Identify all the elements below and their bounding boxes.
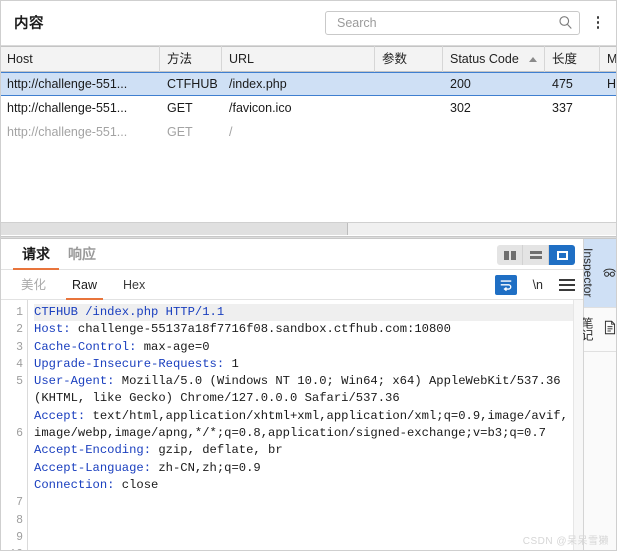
message-editor-area: 请求 响应 美化 Raw Hex \n 1 2 3 4 5 6 7 8 9 CT… [0,239,617,551]
column-header-url[interactable]: URL [222,46,375,72]
header-line: Connection: close [34,477,159,492]
rail-item-inspector[interactable]: Inspector [581,239,617,309]
kebab-menu-icon[interactable] [587,10,609,36]
cell-url: / [229,125,233,139]
line-number-gutter: 1 2 3 4 5 6 7 8 9 10 11 [0,300,28,551]
line-number: 10 [0,546,23,551]
table-body: http://challenge-551... CTFHUB /index.ph… [0,72,617,144]
editor-actions: \n [494,274,575,295]
column-header-length[interactable]: 长度 [545,46,600,72]
table-row[interactable]: http://challenge-551... GET /favicon.ico… [0,96,617,120]
editor-vertical-scrollbar[interactable] [573,300,583,551]
line-number: 6 [16,427,23,441]
column-header-status-code[interactable]: Status Code [443,46,545,72]
raw-request-editor[interactable]: 1 2 3 4 5 6 7 8 9 10 11 [0,300,583,551]
rail-empty-area [584,352,617,551]
newline-toggle-icon[interactable]: \n [533,278,543,292]
line-number: 8 [16,513,23,527]
split-vertical-view-button[interactable] [497,245,523,265]
page-title: 内容 [14,16,44,32]
request-line: CTFHUB /index.php HTTP/1.1 [34,304,573,322]
tab-response[interactable]: 响应 [59,244,105,269]
cell-status-code: 302 [450,101,471,115]
cell-method: GET [167,125,193,139]
header-line: Accept-Language: zh-CN,zh;q=0.9 [34,460,261,475]
content-panel-header: 内容 [0,0,617,46]
rail-item-label: Inspector [581,248,595,298]
header-line: Cache-Control: max-age=0 [34,339,210,354]
cell-host: http://challenge-551... [7,101,128,115]
header-line: Accept-Encoding: gzip, deflate, br [34,443,283,458]
header-actions [325,10,609,36]
request-response-tabs: 请求 响应 [0,239,583,270]
tab-pretty[interactable]: 美化 [13,270,54,300]
search-box[interactable] [325,10,580,35]
header-line: User-Agent: Mozilla/5.0 (Windows NT 10.0… [34,374,568,406]
search-input[interactable] [335,12,558,33]
request-text[interactable]: CTFHUB /index.php HTTP/1.1 Host: challen… [28,300,573,551]
line-number [0,460,23,477]
sort-ascending-icon [529,56,537,62]
inspector-icon [602,264,617,282]
cell-mime: H [607,77,617,91]
tab-raw[interactable]: Raw [64,270,105,300]
cell-length: 475 [552,77,573,91]
cell-length: 337 [552,101,573,115]
table-row[interactable]: http://challenge-551... CTFHUB /index.ph… [0,72,617,96]
column-header-mime[interactable]: M [600,46,617,72]
line-number [0,390,23,407]
line-number: 5 [16,375,23,389]
line-number: 9 [16,530,23,544]
column-header-host[interactable]: Host [0,46,160,72]
line-number: 2 [16,323,23,337]
tab-request[interactable]: 请求 [13,244,59,270]
rail-item-notes[interactable]: 笔记 [580,308,617,353]
line-number [0,408,23,425]
header-line: Host: challenge-55137a18f7716f08.sandbox… [34,322,451,337]
table-row[interactable]: http://challenge-551... GET / [0,120,617,144]
message-format-tabs: 美化 Raw Hex \n [0,270,583,300]
cell-host: http://challenge-551... [7,77,128,91]
more-options-menu-icon[interactable] [559,278,575,291]
http-history-table: Host 方法 URL 参数 Status Code 长度 M http://c… [0,46,617,236]
cell-url: /index.php [229,77,287,91]
burp-suite-window: 内容 Host 方法 URL 参数 Status Code [0,0,617,551]
split-horizontal-view-button[interactable] [523,245,549,265]
word-wrap-icon[interactable] [494,274,517,295]
line-number: 7 [16,496,23,510]
search-icon[interactable] [558,15,573,30]
table-horizontal-scrollbar[interactable] [0,222,617,235]
line-number: 4 [16,357,23,371]
cell-status-code: 200 [450,77,471,91]
message-editor: 请求 响应 美化 Raw Hex \n 1 2 3 4 5 6 7 8 9 CT… [0,239,583,551]
line-number [0,442,23,459]
column-header-params[interactable]: 参数 [375,46,443,72]
single-pane-view-button[interactable] [549,245,575,265]
side-rail: Inspector 笔记 [580,239,617,551]
cell-host: http://challenge-551... [7,125,128,139]
tab-hex[interactable]: Hex [115,270,153,300]
line-number [0,477,23,494]
table-header-row: Host 方法 URL 参数 Status Code 长度 M [0,46,617,72]
header-line: Upgrade-Insecure-Requests: 1 [34,356,239,371]
scrollbar-thumb[interactable] [0,223,348,235]
header-line: Accept: text/html,application/xhtml+xml,… [34,408,568,441]
line-number: 1 [16,306,23,319]
cell-method: GET [167,101,193,115]
view-mode-group [497,245,575,265]
cell-url: /favicon.ico [229,101,292,115]
column-header-method[interactable]: 方法 [160,46,222,72]
cell-method: CTFHUB [167,77,218,91]
line-number: 3 [16,340,23,354]
notes-document-icon [603,320,617,338]
